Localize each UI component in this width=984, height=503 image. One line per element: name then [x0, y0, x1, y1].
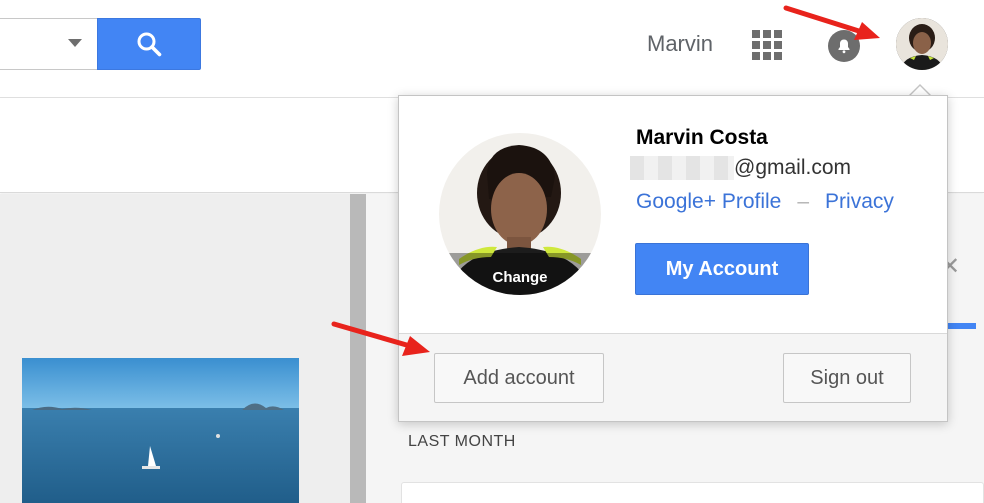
avatar-photo	[896, 18, 948, 70]
search-input[interactable]	[0, 18, 98, 70]
sea-photo	[22, 358, 299, 503]
email-domain: @gmail.com	[734, 156, 852, 179]
account-full-name: Marvin Costa	[636, 126, 768, 149]
photo-thumbnail[interactable]	[22, 358, 299, 503]
google-plus-profile-link[interactable]: Google+ Profile	[636, 190, 781, 214]
add-account-button[interactable]: Add account	[434, 353, 604, 403]
search-dropdown-caret-icon[interactable]	[68, 39, 82, 47]
sign-out-button[interactable]: Sign out	[783, 353, 911, 403]
apps-grid-icon[interactable]	[752, 30, 782, 60]
profile-photo-change-button[interactable]: Change	[439, 133, 601, 295]
account-email: @gmail.com	[630, 154, 851, 182]
account-popup: Change Marvin Costa @gmail.com Google+ P…	[398, 95, 948, 422]
my-account-button[interactable]: My Account	[635, 243, 809, 295]
tab-indicator	[946, 323, 976, 329]
email-redaction	[630, 156, 734, 180]
content-card[interactable]	[401, 482, 984, 503]
popup-footer: Add account Sign out	[399, 333, 947, 421]
search-button[interactable]	[97, 18, 201, 70]
account-avatar-button[interactable]	[896, 18, 948, 70]
account-links: Google+ Profile – Privacy	[636, 190, 894, 214]
annotation-arrow-top	[783, 5, 880, 40]
search-icon	[137, 32, 162, 57]
link-separator: –	[797, 190, 810, 213]
annotation-arrow-bottom	[331, 321, 430, 356]
change-photo-label: Change	[492, 269, 548, 286]
privacy-link[interactable]: Privacy	[825, 190, 894, 214]
header-user-name[interactable]: Marvin	[647, 31, 713, 57]
section-heading: LAST MONTH	[408, 433, 516, 450]
